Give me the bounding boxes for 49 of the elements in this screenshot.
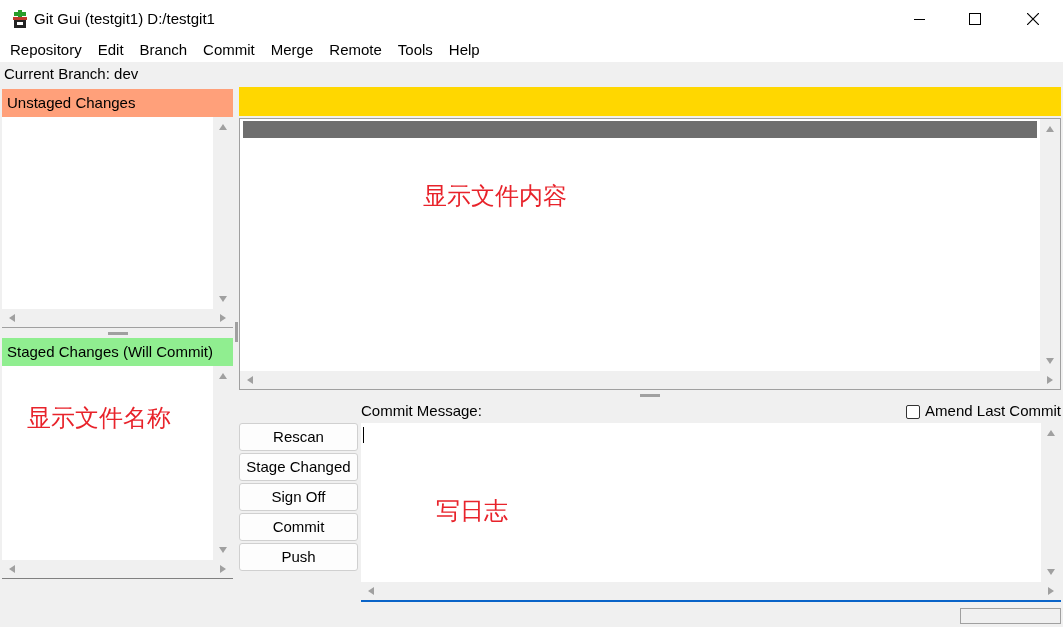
- menu-item[interactable]: Commit: [195, 38, 263, 62]
- menu-item[interactable]: Help: [440, 38, 488, 62]
- pane-sash-handle[interactable]: [640, 393, 660, 397]
- unstaged-changes-header: Unstaged Changes: [2, 89, 233, 117]
- scroll-up-icon[interactable]: [1045, 124, 1055, 134]
- text-cursor: [363, 427, 364, 443]
- app-icon: [12, 10, 28, 28]
- diff-view[interactable]: 显示文件内容: [240, 119, 1040, 371]
- commit-message-label: Commit Message:: [361, 401, 482, 422]
- action-button[interactable]: Rescan: [239, 423, 358, 451]
- scroll-left-icon[interactable]: [7, 313, 17, 323]
- scroll-left-icon[interactable]: [366, 586, 376, 596]
- scroll-up-icon[interactable]: [218, 371, 228, 381]
- close-icon: [1027, 13, 1039, 25]
- action-button[interactable]: Stage Changed: [239, 453, 358, 481]
- scroll-up-icon[interactable]: [218, 122, 228, 132]
- maximize-icon: [969, 13, 981, 25]
- file-list[interactable]: 显示文件名称: [2, 366, 213, 560]
- window-title: Git Gui (testgit1) D:/testgit1: [34, 8, 215, 29]
- scroll-down-icon[interactable]: [218, 294, 228, 304]
- pane-sash-handle[interactable]: [107, 331, 128, 335]
- menu-item[interactable]: Branch: [131, 38, 196, 62]
- scroll-right-icon[interactable]: [218, 564, 228, 574]
- annotation-text: 显示文件内容: [423, 181, 567, 211]
- annotation-text: 显示文件名称: [27, 403, 171, 433]
- action-button[interactable]: Sign Off: [239, 483, 358, 511]
- menu-item[interactable]: Remote: [321, 38, 390, 62]
- annotation-text: 写日志: [436, 496, 508, 526]
- scroll-up-icon[interactable]: [1046, 428, 1056, 438]
- scroll-down-icon[interactable]: [1045, 356, 1055, 366]
- action-button[interactable]: Push: [239, 543, 358, 571]
- scroll-left-icon[interactable]: [7, 564, 17, 574]
- minimize-icon: [913, 18, 925, 20]
- scroll-down-icon[interactable]: [1046, 567, 1056, 577]
- menu-item[interactable]: Tools: [389, 38, 441, 62]
- scroll-right-icon[interactable]: [1046, 586, 1056, 596]
- pane-sash-handle[interactable]: [234, 322, 238, 342]
- commit-message-field[interactable]: 写日志: [361, 423, 1041, 582]
- menu-item[interactable]: Edit: [89, 38, 132, 62]
- scroll-left-icon[interactable]: [245, 375, 255, 385]
- staged-changes-header: Staged Changes (Will Commit): [2, 338, 233, 366]
- menu-item[interactable]: Merge: [262, 38, 322, 62]
- menu-item[interactable]: Repository: [2, 38, 90, 62]
- action-button[interactable]: Commit: [239, 513, 358, 541]
- scroll-down-icon[interactable]: [218, 545, 228, 555]
- amend-checkbox[interactable]: Amend Last Commit: [906, 400, 1061, 423]
- scroll-right-icon[interactable]: [1045, 375, 1055, 385]
- current-branch-label: Current Branch: dev: [3, 64, 140, 85]
- scroll-right-icon[interactable]: [218, 313, 228, 323]
